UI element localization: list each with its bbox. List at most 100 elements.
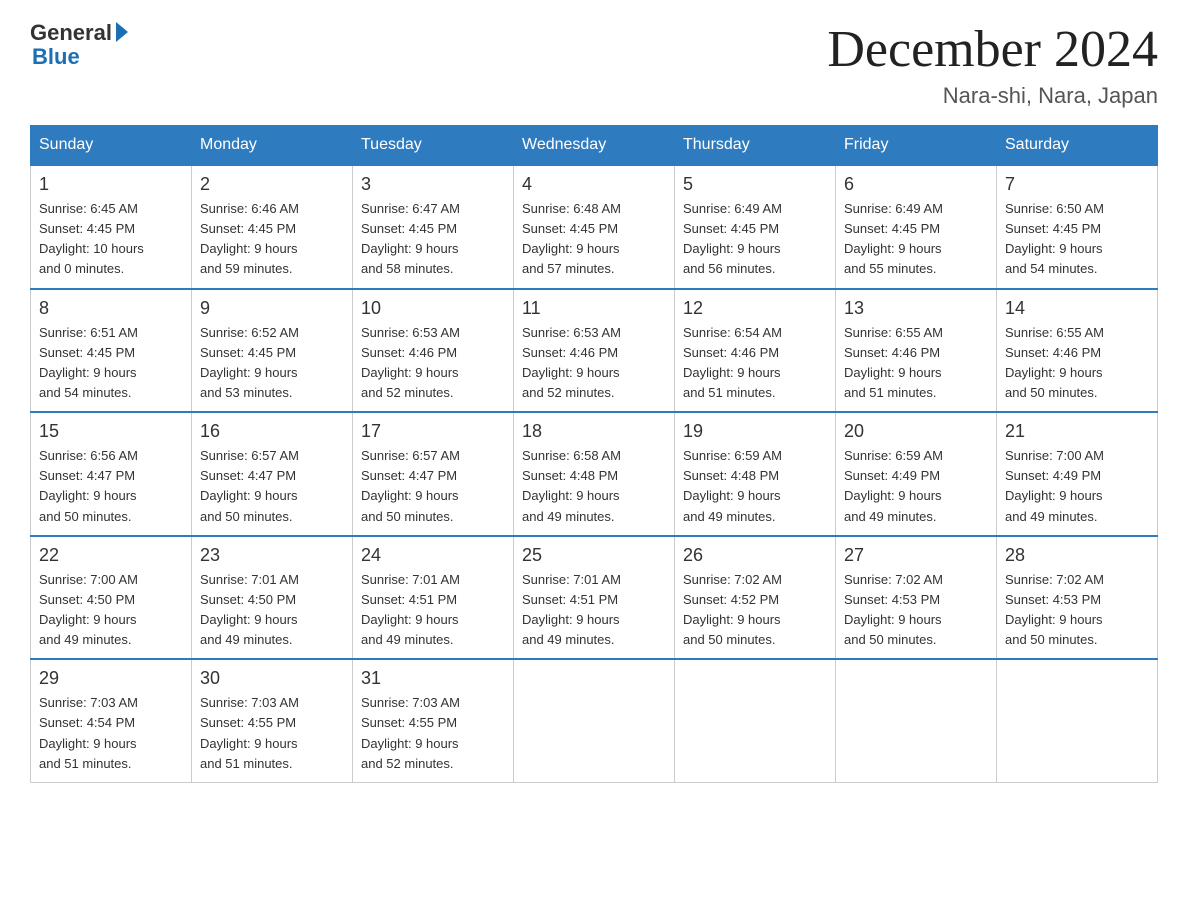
month-title: December 2024 (827, 20, 1158, 79)
day-info: Sunrise: 6:52 AMSunset: 4:45 PMDaylight:… (200, 323, 344, 404)
day-info: Sunrise: 6:59 AMSunset: 4:49 PMDaylight:… (844, 446, 988, 527)
day-info: Sunrise: 6:54 AMSunset: 4:46 PMDaylight:… (683, 323, 827, 404)
day-number: 1 (39, 174, 183, 195)
day-number: 9 (200, 298, 344, 319)
day-info: Sunrise: 7:02 AMSunset: 4:52 PMDaylight:… (683, 570, 827, 651)
calendar-week-4: 22 Sunrise: 7:00 AMSunset: 4:50 PMDayligh… (31, 536, 1158, 660)
calendar-cell: 31Sunrise: 7:03 AMSunset: 4:55 PMDayligh… (353, 659, 514, 782)
calendar-cell: 17Sunrise: 6:57 AMSunset: 4:47 PMDayligh… (353, 412, 514, 536)
calendar-cell: 23 Sunrise: 7:01 AMSunset: 4:50 PMDayligh… (192, 536, 353, 660)
calendar-cell (997, 659, 1158, 782)
day-number: 29 (39, 668, 183, 689)
day-info: Sunrise: 7:01 AMSunset: 4:51 PMDaylight:… (522, 570, 666, 651)
day-info: Sunrise: 6:48 AMSunset: 4:45 PMDaylight:… (522, 199, 666, 280)
day-number: 12 (683, 298, 827, 319)
calendar-cell: 29 Sunrise: 7:03 AMSunset: 4:54 PMDayligh… (31, 659, 192, 782)
day-info: Sunrise: 7:03 AMSunset: 4:54 PMDaylight:… (39, 693, 183, 774)
calendar-cell: 8Sunrise: 6:51 AMSunset: 4:45 PMDaylight… (31, 289, 192, 413)
day-info: Sunrise: 6:49 AMSunset: 4:45 PMDaylight:… (683, 199, 827, 280)
day-info: Sunrise: 7:00 AMSunset: 4:50 PMDaylight:… (39, 570, 183, 651)
calendar-cell: 13Sunrise: 6:55 AMSunset: 4:46 PMDayligh… (836, 289, 997, 413)
calendar-cell: 10Sunrise: 6:53 AMSunset: 4:46 PMDayligh… (353, 289, 514, 413)
day-info: Sunrise: 6:59 AMSunset: 4:48 PMDaylight:… (683, 446, 827, 527)
weekday-header-tuesday: Tuesday (353, 126, 514, 166)
calendar-cell: 14 Sunrise: 6:55 AMSunset: 4:46 PMDayligh… (997, 289, 1158, 413)
day-number: 7 (1005, 174, 1149, 195)
day-number: 15 (39, 421, 183, 442)
day-info: Sunrise: 6:50 AMSunset: 4:45 PMDaylight:… (1005, 199, 1149, 280)
day-number: 6 (844, 174, 988, 195)
day-info: Sunrise: 6:49 AMSunset: 4:45 PMDaylight:… (844, 199, 988, 280)
weekday-header-thursday: Thursday (675, 126, 836, 166)
calendar-cell: 26 Sunrise: 7:02 AMSunset: 4:52 PMDayligh… (675, 536, 836, 660)
calendar-cell: 28 Sunrise: 7:02 AMSunset: 4:53 PMDayligh… (997, 536, 1158, 660)
calendar-week-3: 15 Sunrise: 6:56 AMSunset: 4:47 PMDayligh… (31, 412, 1158, 536)
day-number: 4 (522, 174, 666, 195)
calendar-cell: 6 Sunrise: 6:49 AMSunset: 4:45 PMDaylight… (836, 165, 997, 289)
calendar-cell: 12 Sunrise: 6:54 AMSunset: 4:46 PMDayligh… (675, 289, 836, 413)
location: Nara-shi, Nara, Japan (827, 83, 1158, 109)
calendar-week-5: 29 Sunrise: 7:03 AMSunset: 4:54 PMDayligh… (31, 659, 1158, 782)
weekday-header-saturday: Saturday (997, 126, 1158, 166)
day-number: 22 (39, 545, 183, 566)
day-info: Sunrise: 7:00 AMSunset: 4:49 PMDaylight:… (1005, 446, 1149, 527)
calendar-cell: 27 Sunrise: 7:02 AMSunset: 4:53 PMDayligh… (836, 536, 997, 660)
day-number: 26 (683, 545, 827, 566)
title-section: December 2024 Nara-shi, Nara, Japan (827, 20, 1158, 109)
day-number: 20 (844, 421, 988, 442)
day-info: Sunrise: 6:55 AMSunset: 4:46 PMDaylight:… (844, 323, 988, 404)
calendar-cell: 18 Sunrise: 6:58 AMSunset: 4:48 PMDayligh… (514, 412, 675, 536)
calendar-cell: 24Sunrise: 7:01 AMSunset: 4:51 PMDayligh… (353, 536, 514, 660)
day-info: Sunrise: 7:01 AMSunset: 4:51 PMDaylight:… (361, 570, 505, 651)
day-info: Sunrise: 6:55 AMSunset: 4:46 PMDaylight:… (1005, 323, 1149, 404)
day-info: Sunrise: 6:57 AMSunset: 4:47 PMDaylight:… (200, 446, 344, 527)
day-number: 10 (361, 298, 505, 319)
calendar-table: SundayMondayTuesdayWednesdayThursdayFrid… (30, 125, 1158, 783)
day-info: Sunrise: 6:57 AMSunset: 4:47 PMDaylight:… (361, 446, 505, 527)
weekday-header-monday: Monday (192, 126, 353, 166)
calendar-header: SundayMondayTuesdayWednesdayThursdayFrid… (31, 126, 1158, 166)
calendar-body: 1 Sunrise: 6:45 AMSunset: 4:45 PMDaylight… (31, 165, 1158, 782)
day-number: 27 (844, 545, 988, 566)
calendar-week-1: 1 Sunrise: 6:45 AMSunset: 4:45 PMDaylight… (31, 165, 1158, 289)
calendar-cell: 2 Sunrise: 6:46 AMSunset: 4:45 PMDaylight… (192, 165, 353, 289)
page-header: General Blue December 2024 Nara-shi, Nar… (30, 20, 1158, 109)
calendar-cell: 1 Sunrise: 6:45 AMSunset: 4:45 PMDaylight… (31, 165, 192, 289)
weekday-header-sunday: Sunday (31, 126, 192, 166)
calendar-cell: 11Sunrise: 6:53 AMSunset: 4:46 PMDayligh… (514, 289, 675, 413)
logo-general-text: General (30, 20, 112, 46)
day-number: 14 (1005, 298, 1149, 319)
day-number: 3 (361, 174, 505, 195)
calendar-week-2: 8Sunrise: 6:51 AMSunset: 4:45 PMDaylight… (31, 289, 1158, 413)
day-number: 30 (200, 668, 344, 689)
logo-arrow-icon (116, 22, 128, 42)
day-info: Sunrise: 6:45 AMSunset: 4:45 PMDaylight:… (39, 199, 183, 280)
day-number: 21 (1005, 421, 1149, 442)
day-info: Sunrise: 6:47 AMSunset: 4:45 PMDaylight:… (361, 199, 505, 280)
day-number: 11 (522, 298, 666, 319)
day-info: Sunrise: 7:01 AMSunset: 4:50 PMDaylight:… (200, 570, 344, 651)
day-number: 5 (683, 174, 827, 195)
day-info: Sunrise: 6:46 AMSunset: 4:45 PMDaylight:… (200, 199, 344, 280)
day-info: Sunrise: 6:56 AMSunset: 4:47 PMDaylight:… (39, 446, 183, 527)
day-info: Sunrise: 6:51 AMSunset: 4:45 PMDaylight:… (39, 323, 183, 404)
calendar-cell (514, 659, 675, 782)
calendar-cell: 5 Sunrise: 6:49 AMSunset: 4:45 PMDaylight… (675, 165, 836, 289)
day-number: 23 (200, 545, 344, 566)
calendar-cell: 19Sunrise: 6:59 AMSunset: 4:48 PMDayligh… (675, 412, 836, 536)
day-number: 31 (361, 668, 505, 689)
calendar-cell: 3 Sunrise: 6:47 AMSunset: 4:45 PMDaylight… (353, 165, 514, 289)
calendar-cell: 15 Sunrise: 6:56 AMSunset: 4:47 PMDayligh… (31, 412, 192, 536)
day-number: 18 (522, 421, 666, 442)
day-info: Sunrise: 6:58 AMSunset: 4:48 PMDaylight:… (522, 446, 666, 527)
calendar-cell: 25Sunrise: 7:01 AMSunset: 4:51 PMDayligh… (514, 536, 675, 660)
calendar-cell: 22 Sunrise: 7:00 AMSunset: 4:50 PMDayligh… (31, 536, 192, 660)
day-number: 16 (200, 421, 344, 442)
day-info: Sunrise: 7:02 AMSunset: 4:53 PMDaylight:… (844, 570, 988, 651)
day-info: Sunrise: 7:02 AMSunset: 4:53 PMDaylight:… (1005, 570, 1149, 651)
day-number: 2 (200, 174, 344, 195)
logo-blue-text: Blue (32, 44, 80, 70)
calendar-cell (675, 659, 836, 782)
day-info: Sunrise: 7:03 AMSunset: 4:55 PMDaylight:… (200, 693, 344, 774)
day-number: 28 (1005, 545, 1149, 566)
